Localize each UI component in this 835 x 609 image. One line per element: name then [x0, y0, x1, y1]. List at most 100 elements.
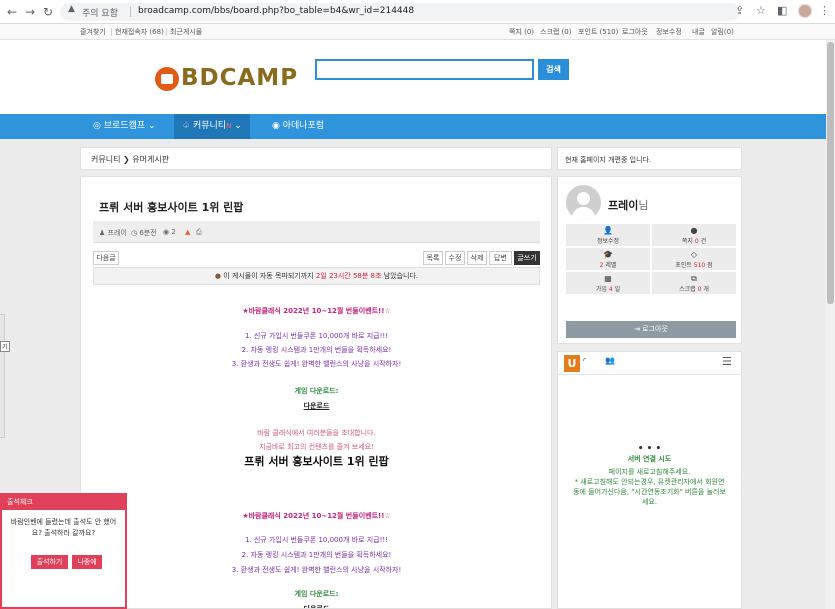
notifications-link[interactable]: 알림(0): [711, 27, 734, 37]
chevron-right-icon: ❯: [123, 155, 130, 164]
warning-icon[interactable]: ▲: [68, 4, 75, 14]
url-text[interactable]: broadcamp.com/bbs/board.php?bo_table=b4&…: [138, 6, 414, 16]
diamond-icon: ◇: [690, 250, 698, 259]
cell-label: 가입 4 일: [595, 286, 621, 293]
download-heading: 게임 다운로드:: [294, 387, 339, 395]
address-bar[interactable]: ▲ 주의 요함 broadcamp.com/bbs/board.php?bo_t…: [60, 3, 740, 21]
scrollbar-thumb[interactable]: [827, 42, 834, 304]
post-actions: 다음글 목록 수정 삭제 답변 글쓰기: [93, 251, 540, 265]
attend-now-button[interactable]: 출석하기: [31, 555, 68, 569]
online-users-link[interactable]: 현재접속자 (68): [115, 27, 164, 37]
security-label[interactable]: 주의 요함: [82, 6, 118, 19]
messages-link[interactable]: 쪽지 (0): [509, 27, 534, 37]
reply-button[interactable]: 답변: [489, 251, 512, 265]
search-button[interactable]: 검색: [538, 59, 569, 80]
author[interactable]: ♟ 프레이: [99, 228, 127, 238]
chat-loading-icon[interactable]: ◜: [583, 356, 586, 365]
auto-delete-suffix: 남았습니다.: [383, 272, 419, 280]
points-value: 510: [693, 262, 706, 269]
edit-button[interactable]: 수정: [445, 251, 465, 265]
scrap-link[interactable]: 스크랩 (0): [540, 27, 571, 37]
notice-text[interactable]: 현재 홈페이지 개편중 입니다.: [565, 155, 651, 165]
logo-mark-icon: [155, 67, 179, 91]
edit-profile-link[interactable]: 정보수정: [656, 27, 682, 37]
report-icon[interactable]: ▲: [185, 228, 190, 236]
chat-users-icon[interactable]: 👥: [605, 356, 615, 365]
scrap-cell[interactable]: ⧉ 스크랩 0 개: [652, 272, 736, 294]
cell-label: 정보수정: [596, 238, 620, 245]
breadcrumb-page[interactable]: 유머게시판: [132, 155, 169, 164]
level-cell[interactable]: 🎓 2 레벨: [566, 248, 650, 270]
event-title-repeat: ★바람클래식 2022년 10~12월 번들이벤트!!☆: [242, 512, 391, 520]
list-button[interactable]: 목록: [423, 251, 443, 265]
chat-msg-line-3: 동에 들어가신다음, "시간연동조기화" 버튼을 눌러보: [573, 488, 726, 496]
url-divider: [130, 6, 131, 17]
divider: [166, 28, 167, 36]
utility-bar: 즐겨찾기 현재접속자 (68) 최근게시물 쪽지 (0) 스크랩 (0) 포인트…: [0, 24, 835, 40]
logout-icon: ⇥: [634, 325, 640, 333]
edit-info-cell[interactable]: 👤 정보수정: [566, 224, 650, 246]
event-line-1: 1. 신규 가입시 번들쿠폰 10,000개 바로 지급!!!: [244, 332, 389, 340]
forward-icon[interactable]: →: [22, 4, 38, 20]
profile-avatar[interactable]: [798, 4, 812, 18]
globe-icon: ◎: [93, 121, 101, 131]
cell-label: 2 레벨: [599, 262, 617, 269]
scrap-value: 0: [697, 286, 702, 293]
notice-box: 현재 홈페이지 개편중 입니다.: [557, 147, 742, 170]
next-post-button[interactable]: 다음글: [93, 251, 119, 265]
cell-label: 쪽지 0 건: [681, 238, 707, 245]
logout-label: 로그아웃: [642, 325, 668, 333]
invite-line-2: 지금바로 최고의 컨텐츠를 즐겨 보세요!: [259, 443, 374, 451]
recent-posts-link[interactable]: 최근게시물: [170, 27, 202, 37]
chevron-down-icon: ⌄: [148, 121, 156, 131]
post-body: ★바람클래식 2022년 10~12월 번들이벤트!!☆ 1. 신규 가입시 번…: [93, 291, 540, 608]
download-link-repeat[interactable]: 다운로드: [93, 604, 540, 608]
forum-icon: ◉: [272, 121, 280, 131]
event-line-2-repeat: 2. 자동 렝킹 시스템과 1만개의 번들을 획득하세요!: [241, 551, 392, 559]
breadcrumb: 커뮤니티 ❯ 유머게시판: [91, 154, 169, 165]
download-link[interactable]: 다운로드: [93, 401, 540, 411]
page-scrollbar[interactable]: [826, 40, 835, 609]
my-posts-link[interactable]: 내글: [692, 27, 705, 37]
nav-broadcamp[interactable]: ◎ 브로드캠프 ⌄: [85, 114, 164, 139]
cell-label: 포인트 510 점: [675, 262, 713, 269]
view-count: ◉ 2: [163, 228, 176, 236]
bomb-icon: ●: [214, 272, 221, 280]
breadcrumb-section[interactable]: 커뮤니티: [91, 155, 120, 164]
share-icon[interactable]: ⇪: [735, 4, 744, 17]
bookmark-star-icon[interactable]: ☆: [756, 4, 766, 17]
join-days-cell[interactable]: ▦ 가입 4 일: [566, 272, 650, 294]
event-line-3-repeat: 3. 환생과 전생도 쉽게! 완벽한 밸런스의 사냥을 시작하자!: [231, 566, 402, 574]
write-button[interactable]: 글쓰기: [514, 251, 540, 265]
left-side-panel[interactable]: [0, 314, 5, 438]
logout-button[interactable]: ⇥ 로그아웃: [566, 321, 736, 338]
views-value: 2: [171, 228, 176, 236]
logout-link[interactable]: 로그아웃: [622, 27, 648, 37]
calendar-icon: ▦: [604, 274, 612, 283]
points-cell[interactable]: ◇ 포인트 510 점: [652, 248, 736, 270]
chat-logo[interactable]: U: [564, 355, 580, 372]
nav-community[interactable]: ♤ 커뮤니티N ⌄: [174, 114, 250, 139]
attend-later-button[interactable]: 나중에: [72, 555, 102, 569]
messages-cell[interactable]: ● 쪽지 0 건: [652, 224, 736, 246]
chat-bubble-icon: ●: [690, 226, 698, 235]
delete-button[interactable]: 삭제: [467, 251, 487, 265]
chat-msg-line-4: 세요.: [641, 498, 658, 506]
left-side-tag[interactable]: 기: [0, 341, 10, 352]
main-nav: ◎ 브로드캠프 ⌄ ♤ 커뮤니티N ⌄ ◉ 아데나포럼: [0, 114, 835, 139]
menu-kebab-icon[interactable]: ⋮: [819, 4, 830, 17]
cell-label: 스크랩 0 개: [679, 286, 709, 293]
hamburger-menu-icon[interactable]: ☰: [722, 355, 732, 368]
attendance-popup: 출석체크 바람인벤에 들렸는데 출석도 안 했어요? 출석하러 갈까요? 출석하…: [0, 493, 127, 609]
nav-adena-forum[interactable]: ◉ 아데나포럼: [264, 114, 332, 139]
back-icon[interactable]: ←: [4, 4, 20, 20]
event-title: ★바람클래식 2022년 10~12월 번들이벤트!!☆: [242, 307, 391, 315]
points-link[interactable]: 포인트 (510): [578, 27, 618, 37]
reload-icon[interactable]: ↻: [40, 4, 56, 20]
chat-message: 페이지를 새로고침해주세요. * 새로고침해도 안되는경우, 유켓관리자에서 회…: [558, 467, 741, 507]
favorites-link[interactable]: 즐겨찾기: [80, 27, 106, 37]
print-icon[interactable]: ⎙: [196, 228, 202, 237]
side-panel-icon[interactable]: ◧: [777, 4, 787, 17]
nav-label: 커뮤니티: [192, 121, 227, 131]
search-input[interactable]: [315, 59, 534, 80]
